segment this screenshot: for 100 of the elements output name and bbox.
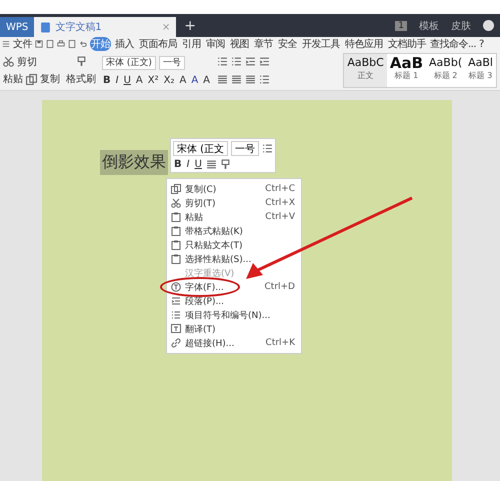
- ribbon-tab[interactable]: 视图: [229, 37, 250, 51]
- title-bar-link[interactable]: 模板: [419, 18, 439, 32]
- menu-icon[interactable]: [2, 40, 10, 48]
- new-tab-button[interactable]: +: [176, 18, 204, 34]
- ribbon-tab[interactable]: 特色应用: [344, 37, 384, 51]
- menu-item[interactable]: 带格式粘贴(K): [167, 224, 301, 238]
- paste-button[interactable]: 粘贴: [3, 72, 23, 86]
- menu-item-label: 复制(C): [185, 184, 216, 196]
- tab-label: WPS: [6, 22, 28, 32]
- format-button[interactable]: A: [134, 74, 144, 86]
- font-name-field[interactable]: 宋体 (正文): [102, 56, 156, 70]
- font-icon: [171, 282, 181, 292]
- list-icon[interactable]: [217, 56, 228, 68]
- align-icon[interactable]: [206, 159, 217, 170]
- clipboard-icon: [171, 254, 181, 264]
- undo-icon[interactable]: [79, 40, 87, 48]
- menu-item-label: 选择性粘贴(S)...: [185, 254, 252, 266]
- font-size-field[interactable]: 一号: [158, 56, 185, 70]
- menu-item[interactable]: 粘贴 Ctrl+V: [167, 210, 301, 224]
- indent-icon[interactable]: [259, 56, 270, 68]
- style-preset[interactable]: AaBb( 标题 2: [426, 54, 466, 87]
- menu-item[interactable]: 项目符号和编号(N)...: [167, 308, 301, 322]
- format-button[interactable]: U: [194, 159, 203, 170]
- style-preset[interactable]: AaB 标题 1: [386, 54, 426, 87]
- print-icon[interactable]: [57, 40, 65, 48]
- paragraph-icon: [171, 296, 181, 306]
- menu-item[interactable]: 段落(P)...: [167, 294, 301, 308]
- align-icon[interactable]: [217, 74, 228, 85]
- format-button[interactable]: I: [114, 74, 120, 86]
- brush-icon[interactable]: [220, 159, 231, 170]
- menu-item-label: 字体(F)...: [185, 282, 224, 294]
- shortcut-text: Ctrl+X: [265, 198, 295, 208]
- menu-item[interactable]: 超链接(H)... Ctrl+K: [167, 336, 301, 350]
- format-button[interactable]: X²: [146, 74, 160, 86]
- menu-item[interactable]: 选择性粘贴(S)...: [167, 252, 301, 266]
- format-painter-button[interactable]: 格式刷: [66, 72, 96, 86]
- menu-item-label: 翻译(T): [185, 324, 216, 336]
- ribbon-tab[interactable]: 开发工具: [301, 37, 341, 51]
- ribbon-tab[interactable]: 页面布局: [138, 37, 178, 51]
- style-preset[interactable]: AaBbC 正文: [344, 54, 387, 87]
- notification-badge[interactable]: 1: [395, 20, 407, 30]
- translate-icon: [171, 324, 181, 334]
- format-button[interactable]: U: [122, 74, 132, 86]
- align-icon[interactable]: [245, 74, 256, 85]
- command-search[interactable]: 查找命令...: [430, 37, 476, 51]
- ribbon-tab[interactable]: 审阅: [205, 37, 226, 51]
- format-button[interactable]: A: [202, 74, 211, 86]
- format-button[interactable]: A: [178, 74, 188, 86]
- title-bar-link[interactable]: 皮肤: [451, 18, 471, 32]
- ribbon-tab[interactable]: 文档助手: [387, 37, 427, 51]
- style-name: 标题 1: [394, 71, 418, 81]
- app-tab[interactable]: WPS: [0, 17, 34, 37]
- menu-item[interactable]: 翻译(T): [167, 322, 301, 336]
- document-tab[interactable]: 文字文稿1 ×: [34, 17, 176, 37]
- cut-button[interactable]: 剪切: [17, 54, 37, 69]
- menu-item[interactable]: 只粘贴文本(T): [167, 238, 301, 252]
- menu-item-label: 段落(P)...: [185, 296, 224, 308]
- menu-item[interactable]: 复制(C) Ctrl+C: [167, 182, 301, 196]
- copy-icon[interactable]: [26, 74, 37, 85]
- style-sample: AaB: [390, 55, 424, 71]
- style-sample: AaBb(: [429, 55, 462, 71]
- list-icon[interactable]: [262, 143, 274, 154]
- copy-icon: [171, 184, 181, 194]
- menu-item[interactable]: 剪切(T) Ctrl+X: [167, 196, 301, 210]
- style-name: 标题 2: [434, 71, 458, 81]
- menu-item[interactable]: 字体(F)... Ctrl+D: [167, 280, 301, 294]
- style-sample: AaBl: [468, 55, 493, 71]
- ribbon-tab[interactable]: 插入: [114, 37, 135, 51]
- style-name: 正文: [358, 71, 374, 81]
- style-preset[interactable]: AaBl 标题 3: [465, 54, 496, 87]
- format-button[interactable]: B: [102, 74, 112, 86]
- save-icon[interactable]: [35, 40, 43, 48]
- ribbon-tab[interactable]: 安全: [277, 37, 298, 51]
- format-button[interactable]: A: [190, 74, 200, 86]
- indent-icon[interactable]: [245, 56, 256, 68]
- file-menu[interactable]: 文件: [13, 37, 32, 51]
- list-icon[interactable]: [259, 74, 270, 85]
- list-icon[interactable]: [231, 56, 242, 68]
- format-button[interactable]: X₂: [162, 74, 176, 86]
- help-button[interactable]: ?: [479, 38, 484, 50]
- scissors-icon[interactable]: [3, 56, 14, 68]
- format-button[interactable]: B: [173, 159, 183, 170]
- menu-item-label: 剪切(T): [185, 198, 216, 210]
- document-icon: [40, 22, 52, 32]
- menu-item-label: 粘贴: [185, 212, 203, 224]
- menu-item-label: 只粘贴文本(T): [185, 240, 243, 252]
- shortcut-text: Ctrl+C: [265, 184, 295, 194]
- ribbon-tab[interactable]: 开始: [90, 37, 111, 51]
- menu-item-label: 汉字重选(V): [185, 268, 234, 280]
- avatar-icon[interactable]: [483, 20, 494, 31]
- font-name-field[interactable]: 宋体 (正文: [173, 141, 228, 156]
- format-button[interactable]: I: [186, 159, 191, 170]
- ribbon-tab[interactable]: 引用: [181, 37, 202, 51]
- brush-icon[interactable]: [76, 56, 86, 66]
- font-size-field[interactable]: 一号: [231, 141, 260, 156]
- document-icon[interactable]: [46, 40, 54, 48]
- align-icon[interactable]: [231, 74, 242, 85]
- document-icon[interactable]: [68, 40, 76, 48]
- ribbon-tab[interactable]: 章节: [253, 37, 274, 51]
- copy-button[interactable]: 复制: [40, 72, 60, 86]
